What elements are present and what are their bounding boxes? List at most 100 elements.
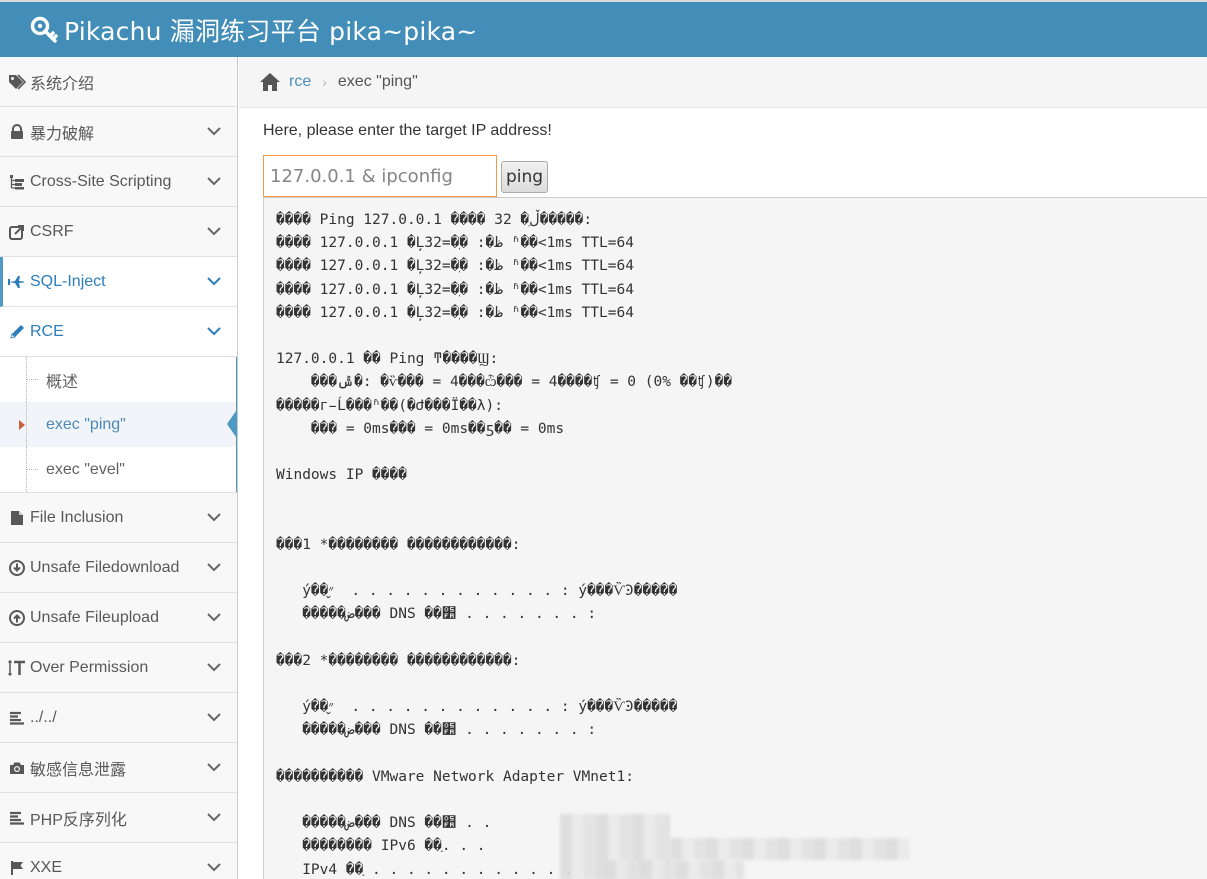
tags-icon [8, 73, 26, 91]
sidebar-item-label: XXE [30, 858, 63, 876]
sidebar-item-xxe[interactable]: XXE [0, 843, 237, 879]
chevron-down-icon [207, 613, 221, 622]
submenu-item-overview[interactable]: 概述 [0, 357, 236, 402]
chevron-down-icon [207, 227, 221, 236]
chevron-down-icon [207, 813, 221, 822]
output-line: ��� = 0ms��� = 0ms��ƽ�� = 0ms [276, 420, 565, 437]
caret-right-icon [19, 420, 25, 430]
sidebar-item-unsafe-fileupload[interactable]: Unsafe Fileupload [0, 593, 237, 643]
breadcrumb-link-rce[interactable]: rce [289, 73, 311, 91]
output-line: ���2 *�������� ������������: [276, 652, 521, 669]
output-line: ���������� VMware Network Adapter VMnet1… [276, 768, 634, 785]
download-icon [8, 559, 26, 577]
chevron-down-icon [207, 563, 221, 572]
output-line: ���� Ping 127.0.0.1 ���� 32 �ֽڵ�����: [276, 212, 593, 228]
active-pointer [227, 408, 237, 440]
ip-input[interactable] [263, 155, 497, 197]
redacted-region [670, 838, 910, 860]
submenu-item-label: exec "evel" [46, 460, 125, 478]
sidebar-item-csrf[interactable]: CSRF [0, 207, 237, 257]
chevron-down-icon [207, 763, 221, 772]
camera-icon [8, 759, 26, 777]
sidebar-item-label: Cross-Site Scripting [30, 172, 172, 190]
tree-branch [26, 469, 38, 470]
output-line: �����ض��� DNS ��׺ . . . . . . . : [276, 606, 597, 623]
sidebar-item-label: Unsafe Fileupload [30, 608, 159, 626]
ping-button[interactable]: ping [501, 161, 548, 193]
breadcrumb-current: exec "ping" [337, 73, 418, 90]
text-height-icon [8, 659, 26, 677]
breadcrumb: rce › exec "ping" [239, 57, 1207, 108]
output-line: ���� 127.0.0.1 �Ļظ�: �ֽ�=32 ʱ��<1ms TTL=… [276, 258, 634, 275]
upload-icon [8, 609, 26, 627]
plane-icon [8, 273, 26, 291]
sidebar-item-php-unserialize[interactable]: PHP反序列化 [0, 793, 237, 843]
sidebar-item-file-inclusion[interactable]: File Inclusion [0, 493, 237, 543]
chevron-down-icon [207, 513, 221, 522]
chevron-down-icon [207, 177, 221, 186]
share-icon [8, 223, 26, 241]
output-line: ���ݰ�: �ѷ��� = 4���ѽ��� = 4����ʧ = 0 (0%… [276, 374, 733, 391]
output-line: �����ض��� DNS ��׺ . . [276, 815, 492, 832]
output-line: Windows IP ���� [276, 467, 407, 484]
output-line: ���1 *�������� ������������: [276, 536, 521, 553]
sidebar-item-label: 暴力破解 [30, 125, 95, 143]
top-navbar: Pikachu 漏洞练习平台 pika~pika~ [0, 0, 1207, 57]
lock-icon [8, 123, 26, 141]
home-icon[interactable] [259, 72, 281, 92]
app-title: Pikachu 漏洞练习平台 pika~pika~ [64, 16, 478, 46]
tree-line [26, 402, 27, 447]
sidebar-item-sqli[interactable]: SQL-Inject [0, 257, 237, 307]
align-left-icon [8, 809, 26, 827]
chevron-down-icon [207, 663, 221, 672]
output-line: IPv4 ��ַ . . . . . . . . . . . . [276, 861, 573, 878]
rce-submenu: 概述 exec "ping" exec "evel" [0, 357, 237, 493]
command-output: ���� Ping 127.0.0.1 ���� 32 �ֽڵ�����: ���… [263, 197, 1207, 879]
key-icon [30, 16, 58, 43]
output-line: 127.0.0.1 �� Ping ͳ����Ϣ: [276, 351, 499, 368]
sidebar-item-label: PHP反序列化 [30, 811, 127, 829]
sidebar-item-intro[interactable]: 系统介绍 [0, 57, 237, 107]
sidebar-item-unsafe-filedownload[interactable]: Unsafe Filedownload [0, 543, 237, 593]
output-line: ý��״̬ . . . . . . . . . . . . : ý���ѶϿ��… [276, 699, 678, 716]
redacted-region [604, 860, 744, 879]
sidebar-item-label: SQL-Inject [30, 272, 106, 290]
sidebar-item-label: ../../ [30, 708, 57, 726]
main-content: Here, please enter the target IP address… [239, 108, 1207, 879]
breadcrumb-separator-icon: › [322, 74, 327, 90]
submenu-item-exec-ping[interactable]: exec "ping" [0, 402, 237, 447]
sidebar-item-dir-traversal[interactable]: ../../ [0, 693, 237, 743]
sidebar-item-info-leak[interactable]: 敏感信息泄露 [0, 743, 237, 793]
output-line: ý��״̬ . . . . . . . . . . . . : ý���ѶϿ��… [276, 583, 678, 600]
sidebar-item-rce[interactable]: RCE [0, 307, 237, 357]
sidebar-item-label: Over Permission [30, 658, 149, 676]
chevron-down-icon [207, 277, 221, 286]
align-left-icon [8, 709, 26, 727]
file-icon [8, 509, 26, 527]
sidebar-item-label: File Inclusion [30, 508, 124, 526]
sidebar: 系统介绍 暴力破解 Cross-Site Scripting CSRF SQL-… [0, 57, 238, 879]
output-line: �����ض��� DNS ��׺ . . . . . . . : [276, 722, 597, 739]
ip-prompt: Here, please enter the target IP address… [263, 122, 552, 139]
flag-icon [8, 859, 26, 877]
sidebar-item-bruteforce[interactable]: 暴力破解 [0, 107, 237, 157]
submenu-item-label: exec "ping" [46, 415, 126, 433]
sidebar-item-label: 敏感信息泄露 [30, 761, 127, 779]
output-line: ���� 127.0.0.1 �Ļظ�: �ֽ�=32 ʱ��<1ms TTL=… [276, 235, 634, 252]
chevron-down-icon [207, 713, 221, 722]
sidebar-item-label: 系统介绍 [30, 75, 95, 93]
sidebar-item-xss[interactable]: Cross-Site Scripting [0, 157, 237, 207]
sidebar-item-label: Unsafe Filedownload [30, 558, 180, 576]
output-line: �������� IPv6 ��ַ. . . [276, 838, 486, 855]
chevron-down-icon [207, 127, 221, 136]
sidebar-item-label: RCE [30, 322, 64, 340]
submenu-item-exec-evel[interactable]: exec "evel" [0, 447, 236, 492]
chevron-down-icon [207, 863, 221, 872]
tree-branch [26, 379, 38, 380]
sidebar-item-label: CSRF [30, 222, 74, 240]
output-line: ���� 127.0.0.1 �Ļظ�: �ֽ�=32 ʱ��<1ms TTL=… [276, 304, 634, 321]
sidebar-item-over-permission[interactable]: Over Permission [0, 643, 237, 693]
chevron-down-icon [207, 327, 221, 336]
submenu-item-label: 概述 [46, 373, 79, 391]
output-line: �����г̵Ĺ���ʱ��(�Ժ���Ϊ��λ): [276, 397, 503, 414]
